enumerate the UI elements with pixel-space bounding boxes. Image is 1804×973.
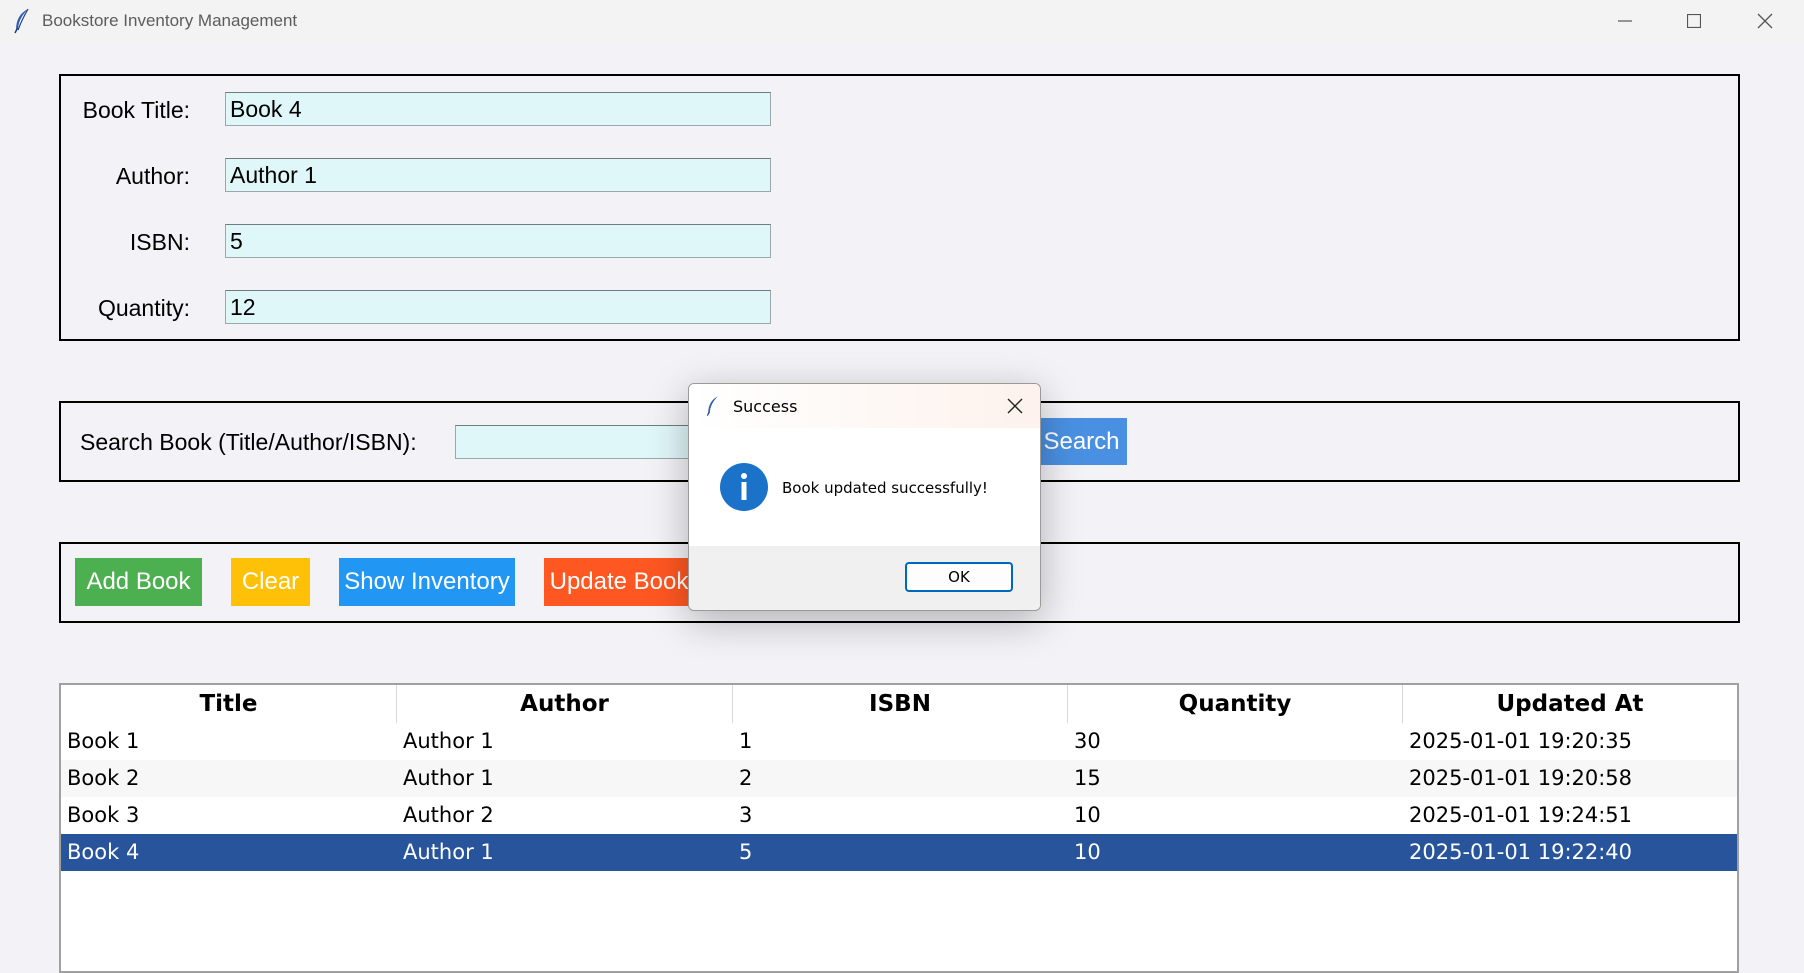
table-row[interactable]: Book 3 Author 2 3 10 2025-01-01 19:24:51 (61, 797, 1737, 834)
inventory-table[interactable]: Title Author ISBN Quantity Updated At Bo… (59, 683, 1739, 973)
cell-isbn: 5 (739, 840, 753, 864)
cell-author: Author 1 (403, 840, 494, 864)
cell-title: Book 1 (67, 729, 140, 753)
dialog-title: Success (733, 397, 798, 416)
quantity-input[interactable] (225, 290, 771, 324)
search-label: Search Book (Title/Author/ISBN): (80, 429, 417, 455)
cell-quantity: 10 (1074, 803, 1101, 827)
author-input[interactable] (225, 158, 771, 192)
cell-updated-at: 2025-01-01 19:24:51 (1409, 803, 1633, 827)
feather-icon (14, 8, 29, 34)
author-label: Author: (115, 163, 190, 189)
feather-icon (706, 396, 718, 416)
success-dialog: Success Book updated successfully! OK (688, 383, 1041, 611)
maximize-button[interactable] (1659, 0, 1729, 42)
minimize-icon (1618, 20, 1632, 22)
ok-button[interactable]: OK (905, 562, 1013, 592)
close-window-button[interactable] (1730, 0, 1800, 42)
show-inventory-button[interactable]: Show Inventory (339, 558, 515, 606)
column-header-quantity[interactable]: Quantity (1068, 685, 1403, 723)
close-icon[interactable] (1006, 397, 1024, 415)
cell-title: Book 4 (67, 840, 140, 864)
cell-isbn: 2 (739, 766, 753, 790)
column-header-isbn[interactable]: ISBN (733, 685, 1068, 723)
clear-button[interactable]: Clear (231, 558, 310, 606)
cell-author: Author 1 (403, 766, 494, 790)
cell-isbn: 1 (739, 729, 753, 753)
column-header-author[interactable]: Author (397, 685, 733, 723)
cell-updated-at: 2025-01-01 19:20:58 (1409, 766, 1633, 790)
minimize-button[interactable] (1590, 0, 1660, 42)
window-titlebar: Bookstore Inventory Management (0, 0, 1804, 42)
table-row-selected[interactable]: Book 4 Author 1 5 10 2025-01-01 19:22:40 (61, 834, 1737, 871)
cell-quantity: 30 (1074, 729, 1101, 753)
book-title-input[interactable] (225, 92, 771, 126)
isbn-input[interactable] (225, 224, 771, 258)
cell-quantity: 15 (1074, 766, 1101, 790)
column-header-title[interactable]: Title (61, 685, 397, 723)
cell-author: Author 2 (403, 803, 494, 827)
column-header-updated-at[interactable]: Updated At (1403, 685, 1737, 723)
cell-updated-at: 2025-01-01 19:20:35 (1409, 729, 1633, 753)
dialog-titlebar: Success (689, 384, 1040, 428)
add-book-button[interactable]: Add Book (75, 558, 202, 606)
table-row[interactable]: Book 1 Author 1 1 30 2025-01-01 19:20:35 (61, 723, 1737, 760)
close-icon (1757, 13, 1773, 29)
maximize-icon (1687, 14, 1701, 28)
info-icon (720, 463, 768, 511)
cell-updated-at: 2025-01-01 19:22:40 (1409, 840, 1633, 864)
isbn-label: ISBN: (129, 229, 190, 255)
cell-title: Book 3 (67, 803, 140, 827)
cell-isbn: 3 (739, 803, 753, 827)
search-button[interactable]: Search (1036, 418, 1127, 465)
window-title: Bookstore Inventory Management (42, 11, 298, 30)
cell-author: Author 1 (403, 729, 494, 753)
table-header: Title Author ISBN Quantity Updated At (61, 685, 1737, 724)
table-row[interactable]: Book 2 Author 1 2 15 2025-01-01 19:20:58 (61, 760, 1737, 797)
cell-quantity: 10 (1074, 840, 1101, 864)
book-title-label: Book Title: (82, 97, 190, 123)
cell-title: Book 2 (67, 766, 140, 790)
dialog-message: Book updated successfully! (782, 479, 988, 497)
quantity-label: Quantity: (97, 295, 190, 321)
update-book-button[interactable]: Update Book (544, 558, 694, 606)
